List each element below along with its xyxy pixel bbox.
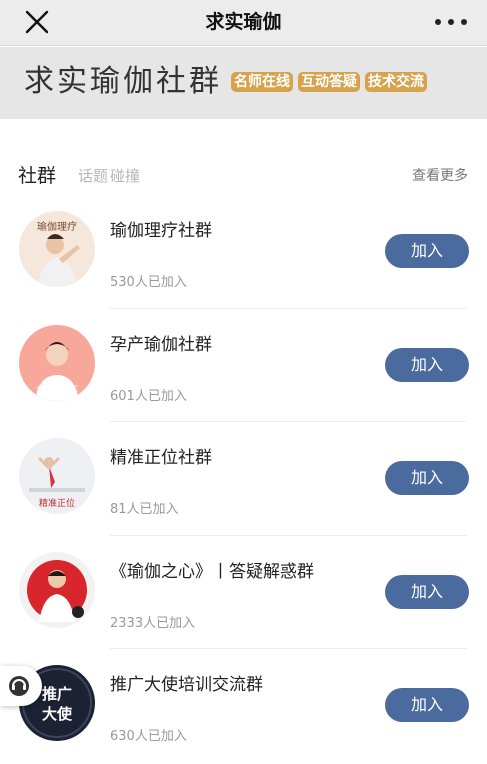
- avatar: [19, 551, 95, 628]
- tab-collide[interactable]: 碰撞: [110, 165, 140, 186]
- list-item[interactable]: 精准正位 精准正位社群 81人已加入 加入: [0, 422, 487, 536]
- page-title: 求实瑜伽: [205, 11, 282, 33]
- avatar-caption: 女性孕产专区: [36, 384, 78, 393]
- avatar: 精准正位: [19, 438, 95, 515]
- avatar-caption: 瑜伽理疗: [37, 220, 77, 233]
- tab-community[interactable]: 社群: [18, 161, 56, 188]
- section-header: 社群 话题 碰撞 查看更多: [0, 155, 487, 195]
- list-item[interactable]: 推广 大使 推广大使培训交流群 630人已加入 加入: [0, 649, 487, 763]
- see-more-link[interactable]: 查看更多: [412, 165, 468, 185]
- tag-tech-exchange: 技术交流: [365, 72, 427, 92]
- avatar: 瑜伽理疗: [19, 211, 95, 287]
- headset-icon: [9, 676, 29, 696]
- group-name: 精准正位社群: [110, 448, 212, 469]
- avatar: 女性孕产专区: [19, 324, 95, 401]
- tag-famous-teacher: 名师在线: [231, 72, 293, 92]
- group-name: 瑜伽理疗社群: [110, 221, 212, 241]
- customer-service-button[interactable]: [0, 666, 42, 706]
- avatar-caption-line1: 推广: [42, 685, 72, 703]
- group-name: 孕产瑜伽社群: [110, 334, 212, 355]
- top-nav-bar: 求实瑜伽: [0, 0, 487, 46]
- list-item[interactable]: 女性孕产专区 孕产瑜伽社群 601人已加入 加入: [0, 309, 487, 423]
- banner-tags: 名师在线 互动答疑 技术交流: [231, 72, 427, 92]
- tag-qa: 互动答疑: [298, 72, 360, 92]
- join-button[interactable]: 加入: [385, 234, 469, 268]
- join-button[interactable]: 加入: [385, 574, 469, 609]
- member-count: 530人已加入: [110, 275, 187, 290]
- group-list: 瑜伽理疗 瑜伽理疗社群 530人已加入 加入 女性孕产专区 孕产瑜伽社群 601…: [0, 195, 487, 763]
- join-button[interactable]: 加入: [385, 461, 469, 496]
- more-options-icon[interactable]: [435, 12, 467, 32]
- member-count: 601人已加入: [110, 388, 187, 404]
- member-count: 2333人已加入: [110, 615, 196, 631]
- member-count: 630人已加入: [110, 729, 187, 745]
- member-count: 81人已加入: [110, 502, 179, 518]
- tab-topic[interactable]: 话题: [78, 165, 108, 186]
- list-item[interactable]: 瑜伽理疗 瑜伽理疗社群 530人已加入 加入: [0, 195, 487, 309]
- join-button[interactable]: 加入: [385, 688, 469, 723]
- group-name: 《瑜伽之心》丨答疑解惑群: [110, 561, 314, 582]
- header-banner: 求实瑜伽社群 名师在线 互动答疑 技术交流: [0, 47, 487, 119]
- join-button[interactable]: 加入: [385, 347, 469, 382]
- avatar-caption-line2: 大使: [42, 705, 73, 723]
- group-name: 推广大使培训交流群: [110, 675, 263, 696]
- banner-title: 求实瑜伽社群: [24, 64, 222, 99]
- list-item[interactable]: 《瑜伽之心》丨答疑解惑群 2333人已加入 加入: [0, 536, 487, 650]
- avatar-caption: 精准正位: [39, 497, 75, 509]
